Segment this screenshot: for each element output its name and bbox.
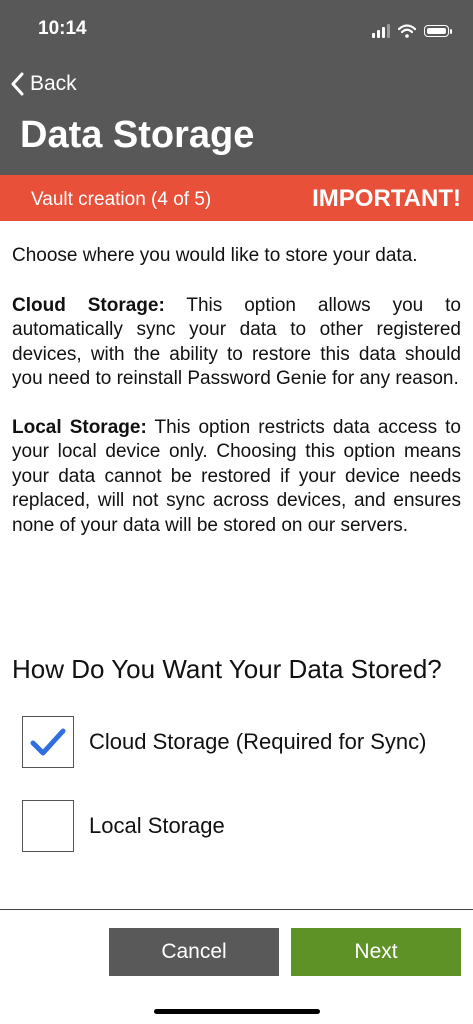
local-storage-heading: Local Storage: [12,416,147,438]
storage-question: How Do You Want Your Data Stored? [12,654,442,684]
next-button[interactable]: Next [291,928,461,976]
chevron-left-icon [11,72,24,96]
important-label: IMPORTANT! [312,185,461,212]
cellular-signal-icon [372,24,390,38]
home-indicator [154,1009,320,1014]
page-title: Data Storage [20,114,255,156]
checkmark-icon [30,728,66,756]
back-label: Back [30,72,77,95]
back-button[interactable]: Back [10,68,77,100]
local-storage-checkbox[interactable] [22,800,74,852]
cloud-storage-checkbox[interactable] [22,716,74,768]
local-storage-label: Local Storage [89,813,225,838]
cloud-storage-description: Cloud Storage: This option allows you to… [12,294,461,392]
cancel-button[interactable]: Cancel [109,928,279,976]
cloud-storage-option[interactable]: Cloud Storage (Required for Sync) [22,716,427,768]
battery-icon [424,25,452,37]
cloud-storage-label: Cloud Storage (Required for Sync) [89,729,427,754]
header: 10:14 Back Data Storage [0,0,473,175]
local-storage-option[interactable]: Local Storage [22,800,225,852]
local-storage-description: Local Storage: This option restricts dat… [12,416,461,539]
intro-text: Choose where you would like to store you… [12,245,418,266]
description: Choose where you would like to store you… [12,244,461,538]
wifi-icon [398,24,416,38]
footer-divider [0,909,473,910]
status-icons [372,20,452,42]
status-time: 10:14 [38,18,87,39]
step-banner: Vault creation (4 of 5) IMPORTANT! [0,175,473,221]
step-indicator: Vault creation (4 of 5) [31,189,212,210]
cloud-storage-heading: Cloud Storage: [12,294,165,316]
